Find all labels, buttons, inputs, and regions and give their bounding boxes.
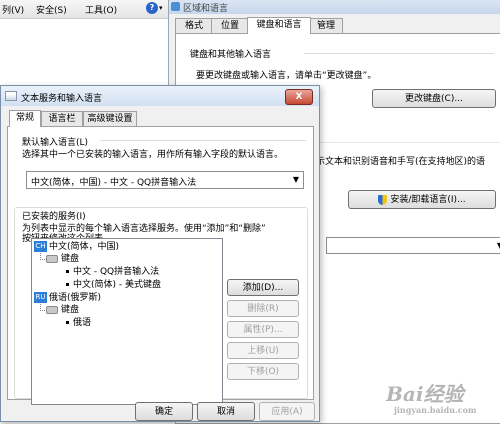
properties-button[interactable]: 属性(P)... xyxy=(227,321,299,338)
keyboard-icon xyxy=(5,91,17,101)
keyboard-icon xyxy=(46,305,58,314)
watermark-text: Bai经验 xyxy=(386,382,464,406)
dialog-title-bar: 文本服务和输入语言 X xyxy=(1,86,319,106)
tree-item-label: 中文(简体) - 美式键盘 xyxy=(73,280,161,290)
tab-advanced-key-settings[interactable]: 高级键设置 xyxy=(83,111,137,126)
menu-view[interactable]: 列(V) xyxy=(2,3,24,16)
language-badge: CH xyxy=(34,241,47,252)
text-services-dialog: 文本服务和输入语言 X 常规 语言栏 高级键设置 默认输入语言(L) 选择其中一… xyxy=(0,85,320,422)
tree-item-ime[interactable]: 中文(简体) - 美式键盘 xyxy=(66,279,161,291)
keyboard-icon xyxy=(46,254,58,263)
watermark-sub: jingyan.baidu.com xyxy=(394,405,477,415)
group-divider xyxy=(304,53,494,54)
keyboards-description: 要更改键盘或输入语言，请单击“更改键盘”。 xyxy=(196,71,377,81)
tree-item-ime[interactable]: 中文 - QQ拼音输入法 xyxy=(66,266,159,278)
close-button[interactable]: X xyxy=(285,89,313,105)
browser-content xyxy=(0,19,168,89)
display-language-text: 示文本和识别语音和手写(在支持地区)的语 xyxy=(316,157,486,167)
chevron-down-icon: ▼ xyxy=(292,175,299,184)
tree-item-label: 键盘 xyxy=(61,305,80,315)
menu-tools[interactable]: 工具(O) xyxy=(85,3,117,16)
tab-location[interactable]: 位置 xyxy=(211,18,249,33)
default-language-value: 中文(简体，中国) - 中文 - QQ拼音输入法 xyxy=(31,178,197,188)
region-title: 区域和语言 xyxy=(183,4,229,14)
change-keyboards-button[interactable]: 更改键盘(C)... xyxy=(372,89,496,108)
keyboards-group-title: 键盘和其他输入语言 xyxy=(190,50,272,60)
menu-security[interactable]: 安全(S) xyxy=(36,3,67,16)
remove-button[interactable]: 删除(R) xyxy=(227,300,299,317)
tree-item-label: 键盘 xyxy=(61,254,80,264)
tree-item-label: 俄语(俄罗斯) xyxy=(49,293,102,303)
tree-item-keyboard[interactable]: 键盘 xyxy=(46,304,79,316)
tree-item-chinese[interactable]: CH 中文(简体，中国) xyxy=(34,241,119,253)
tree-item-russian[interactable]: RU 俄语(俄罗斯) xyxy=(34,292,101,304)
bullet-icon xyxy=(66,270,69,273)
apply-button[interactable]: 应用(A) xyxy=(259,402,315,421)
tab-language-bar[interactable]: 语言栏 xyxy=(41,111,83,126)
watermark: Bai经验 jingyan.baidu.com xyxy=(386,378,476,415)
install-languages-label: 安装/卸载语言(I)... xyxy=(390,195,466,205)
group-divider xyxy=(100,140,306,141)
tree-item-ime[interactable]: 俄语 xyxy=(66,317,91,329)
tree-item-keyboard[interactable]: 键盘 xyxy=(46,253,79,265)
chevron-down-icon[interactable]: ▾ xyxy=(159,4,163,12)
move-down-button[interactable]: 下移(O) xyxy=(227,363,299,380)
tree-item-label: 中文(简体，中国) xyxy=(49,242,120,252)
globe-icon xyxy=(171,2,180,11)
tab-administrative[interactable]: 管理 xyxy=(309,18,343,33)
bullet-icon xyxy=(66,321,69,324)
ok-button[interactable]: 确定 xyxy=(135,402,193,421)
dialog-title: 文本服务和输入语言 xyxy=(21,94,103,104)
add-button[interactable]: 添加(D)... xyxy=(227,279,299,296)
bullet-icon xyxy=(66,283,69,286)
region-title-bar: 区域和语言 xyxy=(169,0,500,14)
tab-keyboards-languages[interactable]: 键盘和语言 xyxy=(247,17,311,34)
move-up-button[interactable]: 上移(U) xyxy=(227,342,299,359)
tree-item-label: 中文 - QQ拼音输入法 xyxy=(73,267,160,277)
install-languages-button[interactable]: 安装/卸载语言(I)... xyxy=(348,190,496,209)
cancel-button[interactable]: 取消 xyxy=(197,402,255,421)
uac-shield-icon xyxy=(378,194,388,205)
default-language-description: 选择其中一个已安装的输入语言，用作所有输入字段的默认语言。 xyxy=(22,150,284,160)
tree-item-label: 俄语 xyxy=(73,318,92,328)
question-icon[interactable]: ? xyxy=(146,2,158,14)
display-language-select[interactable]: ▼ xyxy=(326,237,500,254)
tab-general[interactable]: 常规 xyxy=(9,110,41,127)
menu-bar: 列(V) 安全(S) 工具(O) ? ▾ xyxy=(0,0,168,19)
tab-format[interactable]: 格式 xyxy=(175,18,213,33)
default-language-select[interactable]: 中文(简体，中国) - 中文 - QQ拼音输入法 ▼ xyxy=(26,171,304,189)
installed-services-tree[interactable]: CH 中文(简体，中国) 键盘 中文 - QQ拼音输入法 中文(简体) - 美式键… xyxy=(31,238,223,405)
language-badge: RU xyxy=(34,292,47,303)
